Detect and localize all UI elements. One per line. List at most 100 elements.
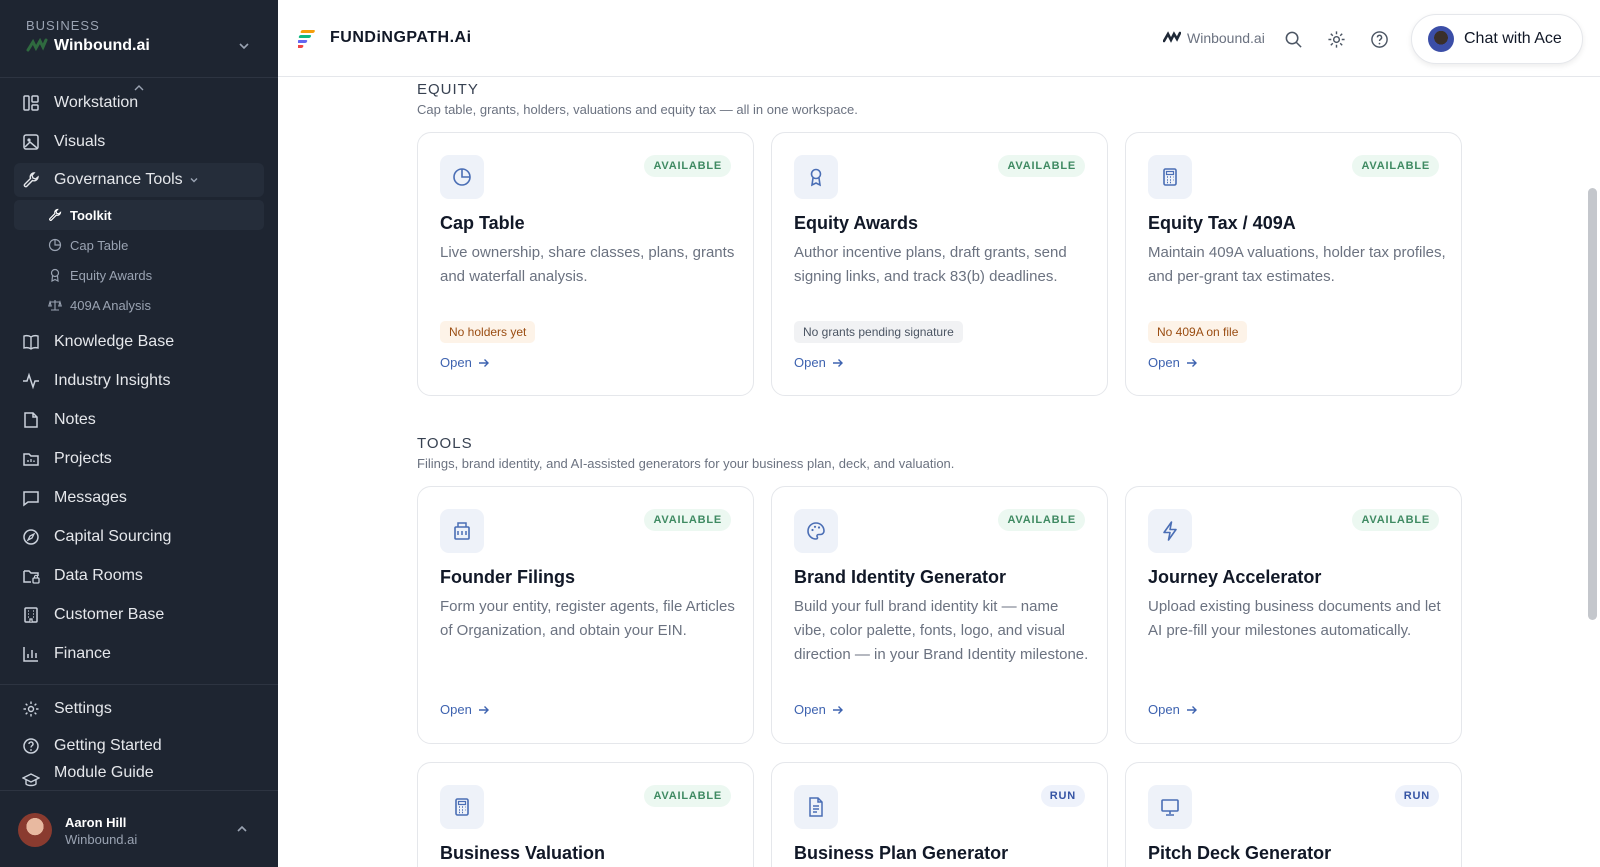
sidebar-item-module-guide[interactable]: Module Guide (14, 759, 264, 787)
brand-mark-icon (298, 30, 315, 48)
card-title: Founder Filings (440, 567, 575, 587)
arrow-right-icon (478, 358, 489, 367)
sidebar-item-customer-base[interactable]: Customer Base (14, 598, 264, 632)
org-chip[interactable]: Winbound.ai (1163, 30, 1265, 46)
status-badge: AVAILABLE (644, 785, 731, 807)
scrollbar-thumb[interactable] (1588, 188, 1597, 620)
sidebar-item-label: Visuals (54, 133, 106, 150)
arrow-right-icon (832, 705, 843, 714)
status-badge: AVAILABLE (1352, 155, 1439, 177)
sidebar-item-governance-tools[interactable]: Governance Tools (14, 163, 264, 197)
lightning-icon (1148, 509, 1192, 553)
help-circle-icon (1370, 30, 1388, 48)
open-link[interactable]: Open (440, 702, 490, 717)
card-title: Journey Accelerator (1148, 567, 1322, 587)
open-link[interactable]: Open (1148, 355, 1198, 370)
sidebar-item-visuals[interactable]: Visuals (14, 125, 264, 159)
section-subtitle-equity: Cap table, grants, holders, valuations a… (417, 102, 858, 117)
help-button[interactable] (1368, 28, 1390, 50)
arrow-right-icon (832, 358, 843, 367)
sidebar-item-capital-sourcing[interactable]: Capital Sourcing (14, 520, 264, 554)
arrow-right-icon (478, 705, 489, 714)
sidebar-item-label: Knowledge Base (54, 333, 175, 350)
sidebar-item-finance[interactable]: Finance (14, 637, 264, 671)
card-title: Brand Identity Generator (794, 567, 1007, 587)
card-description: Live ownership, share classes, plans, gr… (440, 244, 735, 285)
user-name: Aaron Hill (65, 815, 127, 830)
sidebar-item-projects[interactable]: Projects (14, 442, 264, 476)
sidebar-item-label: Projects (54, 450, 112, 467)
open-link-label: Open (1148, 702, 1180, 717)
workstation-icon (22, 94, 40, 112)
sidebar-subitem-label: Cap Table (70, 237, 129, 253)
image-icon (22, 133, 40, 151)
card-description: Maintain 409A valuations, holder tax pro… (1148, 244, 1446, 285)
sidebar-item-label: Finance (54, 645, 111, 662)
search-button[interactable] (1282, 28, 1304, 50)
status-badge: AVAILABLE (644, 509, 731, 531)
card-title: Cap Table (440, 213, 525, 233)
chevron-down-icon[interactable] (238, 40, 250, 52)
sidebar-item-settings[interactable]: Settings (14, 692, 264, 726)
brand-logo[interactable]: FUNDiNGPATH.Ai (298, 28, 472, 48)
sidebar-item-knowledge-base[interactable]: Knowledge Base (14, 325, 264, 359)
building-icon (440, 509, 484, 553)
sidebar-subitem-label: Equity Awards (70, 267, 153, 283)
chat-with-ace-button[interactable]: Chat with Ace (1411, 14, 1583, 64)
card-journey-accelerator[interactable]: AVAILABLE Journey Accelerator Upload exi… (1125, 486, 1462, 744)
card-description: Form your entity, register agents, file … (440, 598, 735, 639)
business-switcher[interactable]: BUSINESS Winbound.ai (26, 18, 150, 55)
status-badge: RUN (1040, 785, 1085, 807)
graduation-cap-icon (22, 771, 40, 787)
section-subtitle-tools: Filings, brand identity, and AI-assisted… (417, 456, 955, 471)
sidebar-subitem-toolkit[interactable]: Toolkit (14, 200, 264, 230)
sidebar-subitem-cap-table[interactable]: Cap Table (14, 230, 264, 260)
section-title-equity: EQUITY (417, 81, 479, 98)
card-brand-identity-generator[interactable]: AVAILABLE Brand Identity Generator Build… (771, 486, 1108, 744)
card-business-plan-generator[interactable]: RUN Business Plan Generator (771, 762, 1108, 867)
card-founder-filings[interactable]: AVAILABLE Founder Filings Form your enti… (417, 486, 754, 744)
card-equity-awards[interactable]: AVAILABLE Equity Awards Author incentive… (771, 132, 1108, 396)
card-cap-table[interactable]: AVAILABLE Cap Table Live ownership, shar… (417, 132, 754, 396)
sidebar-item-workstation[interactable]: Workstation (14, 86, 264, 120)
wrench-icon (48, 208, 62, 222)
sidebar-item-notes[interactable]: Notes (14, 403, 264, 437)
sidebar-item-messages[interactable]: Messages (14, 481, 264, 515)
sidebar-item-data-rooms[interactable]: Data Rooms (14, 559, 264, 593)
wrench-icon (22, 171, 40, 189)
card-equity-tax-409a[interactable]: AVAILABLE Equity Tax / 409A Maintain 409… (1125, 132, 1462, 396)
card-pitch-deck-generator[interactable]: RUN Pitch Deck Generator (1125, 762, 1462, 867)
chevron-up-icon[interactable] (236, 823, 248, 835)
user-profile[interactable]: Aaron Hill Winbound.ai (0, 790, 278, 867)
sidebar-item-industry-insights[interactable]: Industry Insights (14, 364, 264, 398)
open-link[interactable]: Open (794, 355, 844, 370)
sidebar-item-label: Industry Insights (54, 372, 171, 389)
status-badge: AVAILABLE (998, 509, 1085, 531)
sidebar-subitem-409a-analysis[interactable]: 409A Analysis (14, 290, 264, 320)
winbound-logo-icon (26, 38, 48, 52)
card-title: Pitch Deck Generator (1148, 843, 1332, 863)
avatar (18, 813, 52, 847)
open-link[interactable]: Open (440, 355, 490, 370)
card-title: Business Valuation (440, 843, 606, 863)
settings-button[interactable] (1325, 28, 1347, 50)
open-link[interactable]: Open (794, 702, 844, 717)
status-badge: RUN (1394, 785, 1439, 807)
sidebar-item-label: Customer Base (54, 606, 165, 623)
card-title: Equity Tax / 409A (1148, 213, 1296, 233)
open-link-label: Open (794, 702, 826, 717)
status-pill: No 409A on file (1148, 321, 1248, 343)
status-badge: AVAILABLE (644, 155, 731, 177)
sidebar-item-getting-started[interactable]: Getting Started (14, 729, 264, 763)
card-business-valuation[interactable]: AVAILABLE Business Valuation (417, 762, 754, 867)
sidebar-subitem-equity-awards[interactable]: Equity Awards (14, 260, 264, 290)
calculator-icon (440, 785, 484, 829)
card-title: Equity Awards (794, 213, 919, 233)
bar-chart-icon (22, 645, 40, 663)
open-link[interactable]: Open (1148, 702, 1198, 717)
chat-button-label: Chat with Ace (1464, 30, 1562, 47)
sidebar-item-label: Messages (54, 489, 127, 506)
pie-chart-icon (48, 238, 62, 252)
help-circle-icon (22, 737, 40, 755)
main-content: EQUITY Cap table, grants, holders, valua… (278, 77, 1600, 867)
